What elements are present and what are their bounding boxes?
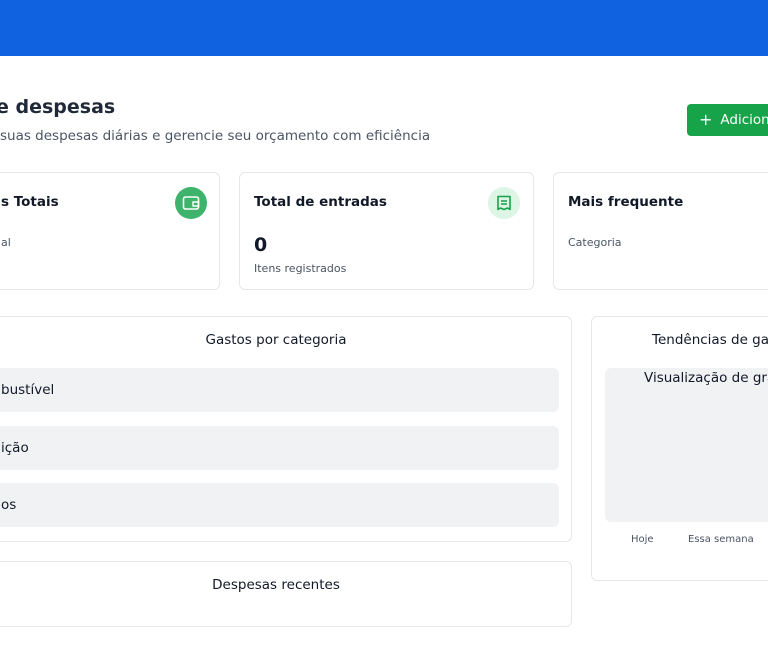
category-spending-card: Gastos por categoria bustível ição os: [0, 316, 572, 542]
category-item-label: ição: [1, 440, 29, 456]
stat-caption-most-frequent: Categoria: [568, 236, 622, 249]
wallet-icon: [175, 187, 207, 219]
page-subtitle: suas despesas diárias e gerencie seu orç…: [0, 128, 431, 144]
category-spending-title: Gastos por categoria: [205, 332, 347, 348]
stat-title-most-frequent: Mais frequente: [568, 194, 684, 210]
recent-expenses-title: Despesas recentes: [212, 577, 340, 593]
stat-card-most-frequent: Mais frequente Categoria: [553, 172, 768, 290]
recent-expenses-card: Despesas recentes: [0, 561, 572, 627]
page-title: e despesas: [0, 96, 116, 118]
stat-caption-totals: al: [1, 236, 11, 249]
spending-trends-card: Tendências de gas Visualização de gráf H…: [591, 316, 768, 581]
period-label-this-week[interactable]: Essa semana: [688, 534, 754, 545]
stat-card-entries: Total de entradas 0 Itens registrados: [239, 172, 534, 290]
top-navigation-bar: [0, 0, 768, 56]
add-expense-button[interactable]: + Adicion: [687, 104, 768, 136]
stat-title-entries: Total de entradas: [254, 194, 387, 210]
plus-icon: +: [699, 110, 713, 129]
period-label-today[interactable]: Hoje: [631, 534, 654, 545]
stat-caption-entries: Itens registrados: [254, 262, 347, 275]
chart-placeholder: Visualização de gráf: [605, 368, 768, 522]
category-item[interactable]: os: [0, 483, 559, 527]
category-item[interactable]: ição: [0, 426, 559, 470]
category-item[interactable]: bustível: [0, 368, 559, 412]
add-expense-button-label: Adicion: [720, 112, 768, 128]
category-item-label: bustível: [1, 382, 55, 398]
category-item-label: os: [1, 497, 17, 513]
chart-placeholder-label: Visualização de gráf: [644, 370, 768, 386]
stat-value-entries: 0: [254, 234, 268, 256]
stat-title-totals: s Totais: [1, 194, 59, 210]
receipt-icon: [488, 187, 520, 219]
spending-trends-title: Tendências de gas: [652, 332, 768, 348]
stat-card-totals: s Totais al: [0, 172, 220, 290]
